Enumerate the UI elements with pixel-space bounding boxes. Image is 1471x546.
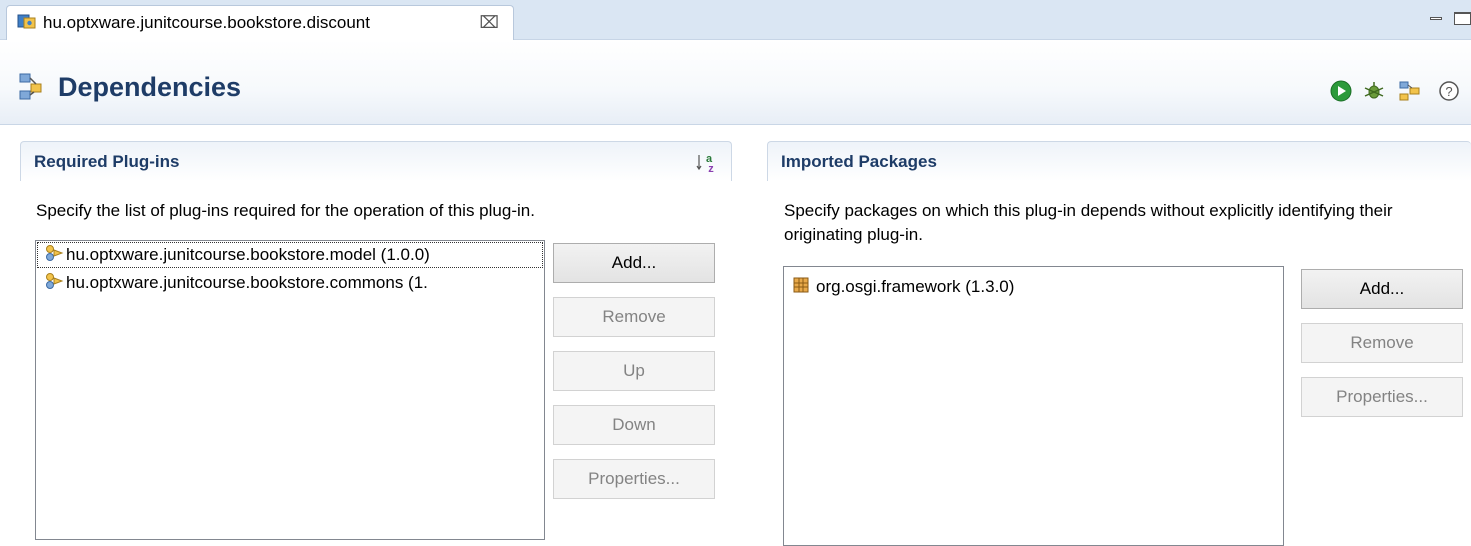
svg-text:z: z bbox=[708, 163, 714, 173]
imported-packages-section: Imported Packages Specify packages on wh… bbox=[767, 141, 1471, 546]
svg-text:?: ? bbox=[1445, 84, 1452, 99]
editor-tab-bar: hu.optxware.junitcourse.bookstore.discou… bbox=[0, 0, 1471, 40]
section-title: Required Plug-ins bbox=[34, 151, 180, 171]
move-down-button[interactable]: Down bbox=[553, 405, 715, 445]
list-item[interactable]: hu.optxware.junitcourse.bookstore.model … bbox=[36, 241, 544, 269]
editor-tab[interactable]: hu.optxware.junitcourse.bookstore.discou… bbox=[6, 5, 514, 40]
editor-tab-title: hu.optxware.junitcourse.bookstore.discou… bbox=[43, 13, 370, 32]
page-title: Dependencies bbox=[58, 72, 242, 102]
plugin-manifest-icon bbox=[17, 12, 37, 35]
maximize-icon[interactable] bbox=[1454, 12, 1471, 25]
form-header: Dependencies ? bbox=[0, 40, 1471, 125]
plugin-properties-button[interactable]: Properties... bbox=[553, 459, 715, 499]
sort-alphabetically-icon[interactable]: a z bbox=[696, 151, 718, 178]
minimize-icon[interactable] bbox=[1428, 12, 1444, 25]
close-tab-icon[interactable]: ⌧ bbox=[479, 13, 499, 33]
plugin-dependencies-icon[interactable] bbox=[1398, 80, 1422, 107]
package-label: org.osgi.framework (1.3.0) bbox=[816, 277, 1015, 296]
required-plugins-header: Required Plug-ins bbox=[20, 141, 732, 181]
plugin-icon bbox=[44, 244, 64, 267]
plugin-label: hu.optxware.junitcourse.bookstore.model … bbox=[66, 245, 430, 264]
debug-icon[interactable] bbox=[1363, 80, 1385, 107]
section-description: Specify the list of plug-ins required fo… bbox=[36, 201, 535, 220]
add-package-button[interactable]: Add... bbox=[1301, 269, 1463, 309]
help-icon[interactable]: ? bbox=[1438, 80, 1460, 107]
dependencies-icon bbox=[18, 72, 50, 107]
move-up-button[interactable]: Up bbox=[553, 351, 715, 391]
remove-package-button[interactable]: Remove bbox=[1301, 323, 1463, 363]
imported-packages-list[interactable]: org.osgi.framework (1.3.0) bbox=[783, 266, 1284, 546]
plugin-label: hu.optxware.junitcourse.bookstore.common… bbox=[66, 273, 428, 292]
required-plugins-list[interactable]: hu.optxware.junitcourse.bookstore.model … bbox=[35, 240, 545, 540]
package-properties-button[interactable]: Properties... bbox=[1301, 377, 1463, 417]
list-item[interactable]: hu.optxware.junitcourse.bookstore.common… bbox=[36, 269, 544, 297]
list-item[interactable]: org.osgi.framework (1.3.0) bbox=[784, 273, 1283, 301]
remove-plugin-button[interactable]: Remove bbox=[553, 297, 715, 337]
package-icon bbox=[792, 276, 810, 299]
add-plugin-button[interactable]: Add... bbox=[553, 243, 715, 283]
run-icon[interactable] bbox=[1330, 80, 1352, 107]
section-description: Specify packages on which this plug-in d… bbox=[784, 201, 1393, 244]
plugin-icon bbox=[44, 272, 64, 295]
required-plugins-section: Required Plug-ins a z Specify the list o… bbox=[20, 141, 732, 540]
section-title: Imported Packages bbox=[781, 151, 937, 171]
imported-packages-header: Imported Packages bbox=[767, 141, 1471, 181]
